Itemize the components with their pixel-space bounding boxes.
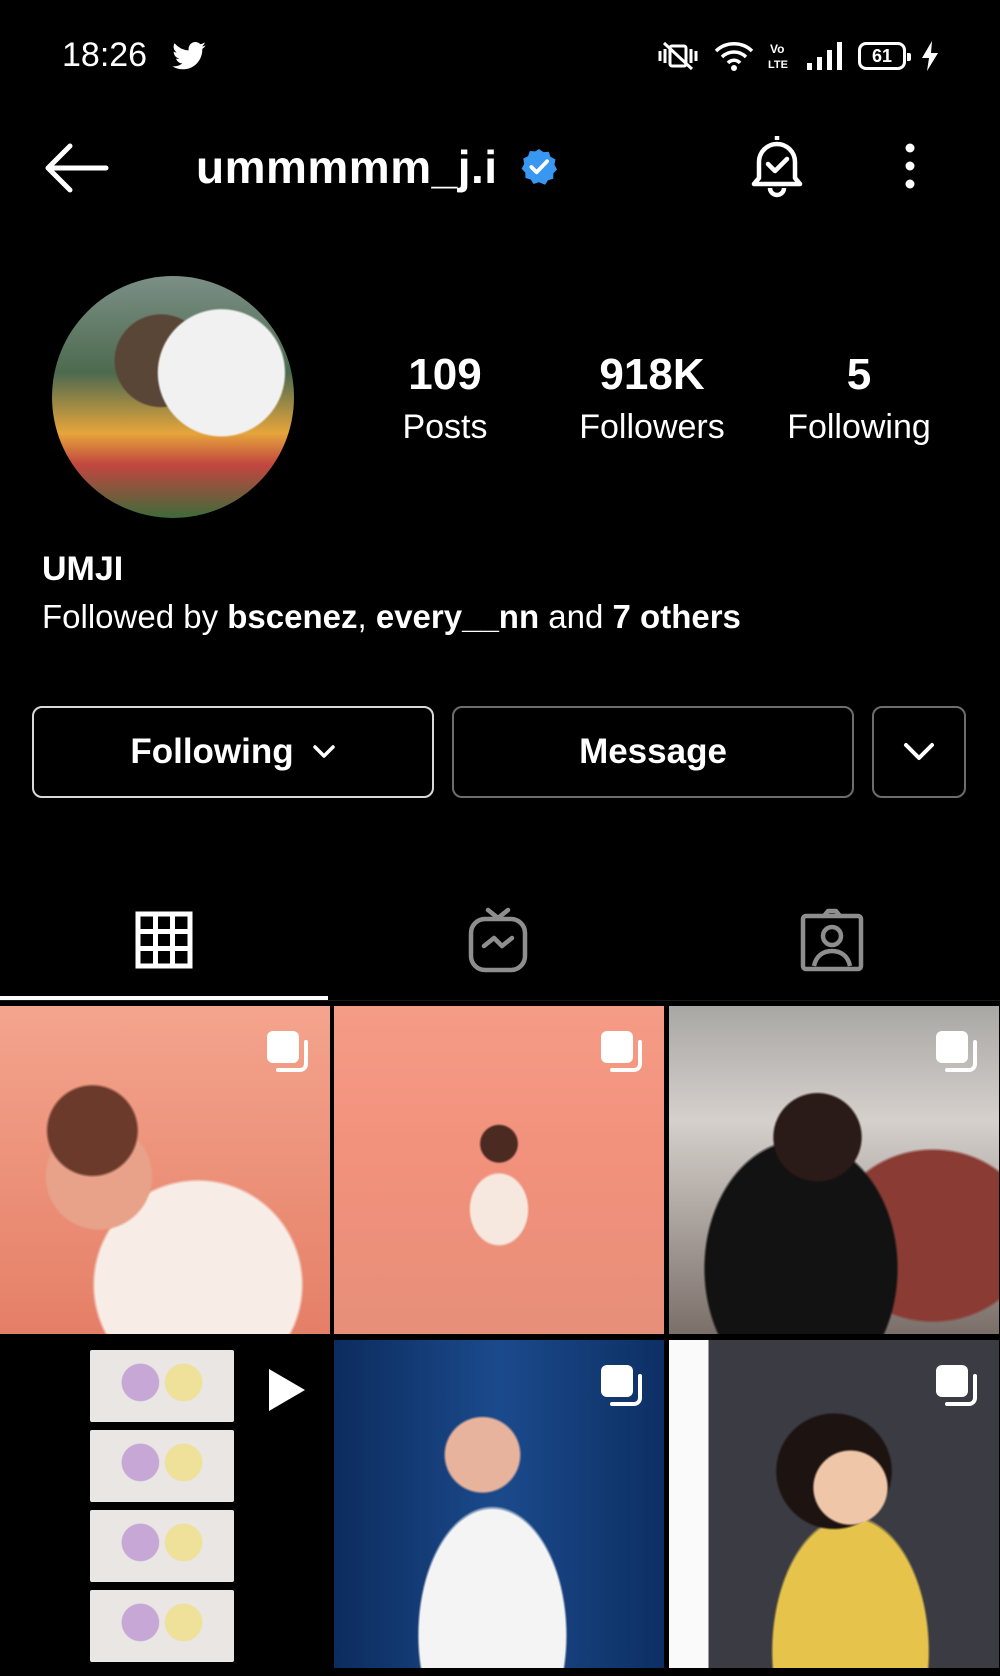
status-time: 18:26 — [62, 36, 148, 74]
stat-following[interactable]: 5 Following — [759, 350, 959, 447]
followed-by-separator: , — [357, 598, 376, 635]
twitter-icon — [172, 42, 206, 70]
following-button-label: Following — [130, 732, 294, 771]
photo-strip-frame — [90, 1590, 234, 1662]
status-bar: 18:26 Vo LTE 61 — [0, 0, 1000, 110]
follower-link[interactable]: every__nn — [376, 598, 539, 635]
tab-divider — [0, 1000, 1000, 1001]
post-thumbnail[interactable] — [0, 1006, 330, 1334]
profile-tabs — [0, 880, 1000, 1000]
carousel-icon — [267, 1031, 308, 1072]
post-thumbnail[interactable] — [334, 1006, 664, 1334]
photo-strip-frame — [90, 1430, 234, 1502]
chevron-down-icon — [904, 743, 934, 760]
carousel-icon — [936, 1365, 977, 1406]
avatar[interactable] — [52, 276, 294, 518]
post-thumbnail[interactable] — [0, 1340, 330, 1668]
back-arrow-icon[interactable] — [40, 140, 110, 196]
carousel-icon — [601, 1031, 642, 1072]
signal-icon — [807, 42, 842, 70]
post-thumbnail[interactable] — [669, 1006, 999, 1334]
vibrate-mute-icon — [658, 41, 698, 71]
grid-icon — [135, 911, 193, 969]
reel-play-icon — [269, 1369, 305, 1411]
battery-level: 61 — [871, 45, 893, 66]
post-thumbnail[interactable] — [334, 1340, 664, 1668]
volte-icon: Vo LTE — [768, 42, 788, 71]
stat-label: Posts — [402, 408, 488, 446]
photo-strip-frame — [90, 1350, 234, 1422]
more-options-icon[interactable] — [890, 136, 930, 196]
stat-value: 918K — [599, 350, 705, 399]
tab-igtv[interactable] — [334, 880, 662, 1000]
battery-icon: 61 — [858, 42, 911, 70]
post-thumbnail[interactable] — [669, 1340, 999, 1668]
svg-text:Vo: Vo — [770, 42, 784, 56]
tab-tagged[interactable] — [668, 880, 996, 1000]
chevron-down-icon — [312, 745, 335, 758]
page-title: ummmmm_j.i — [196, 141, 498, 193]
followed-by-text[interactable]: Followed by bscenez, every__nn and 7 oth… — [42, 598, 741, 636]
stat-value: 109 — [408, 350, 482, 399]
status-icons: Vo LTE 61 — [656, 38, 940, 74]
stat-value: 5 — [846, 350, 872, 399]
followed-by-prefix: Followed by — [42, 598, 228, 635]
notification-bell-icon[interactable] — [744, 130, 810, 202]
verified-badge-icon — [521, 148, 558, 185]
igtv-icon — [468, 907, 528, 973]
photo-strip-frame — [90, 1510, 234, 1582]
svg-text:LTE: LTE — [768, 59, 788, 71]
message-button-label: Message — [579, 732, 727, 771]
following-button[interactable]: Following — [32, 706, 434, 798]
carousel-icon — [601, 1365, 642, 1406]
profile-header: ummmmm_j.i — [0, 110, 1000, 220]
stat-label: Following — [787, 408, 931, 446]
stat-posts[interactable]: 109 Posts — [345, 350, 545, 447]
carousel-icon — [936, 1031, 977, 1072]
charging-icon — [922, 41, 938, 71]
followed-by-and: and — [539, 598, 613, 635]
follower-link[interactable]: bscenez — [227, 598, 357, 635]
tagged-user-icon — [800, 908, 864, 972]
stat-label: Followers — [579, 408, 725, 446]
tab-posts-grid[interactable] — [0, 880, 328, 1000]
suggested-accounts-button[interactable] — [872, 706, 966, 798]
message-button[interactable]: Message — [452, 706, 854, 798]
wifi-icon — [714, 42, 754, 71]
followed-by-others-link[interactable]: 7 others — [613, 598, 741, 635]
display-name: UMJI — [42, 550, 124, 588]
stat-followers[interactable]: 918K Followers — [552, 350, 752, 447]
